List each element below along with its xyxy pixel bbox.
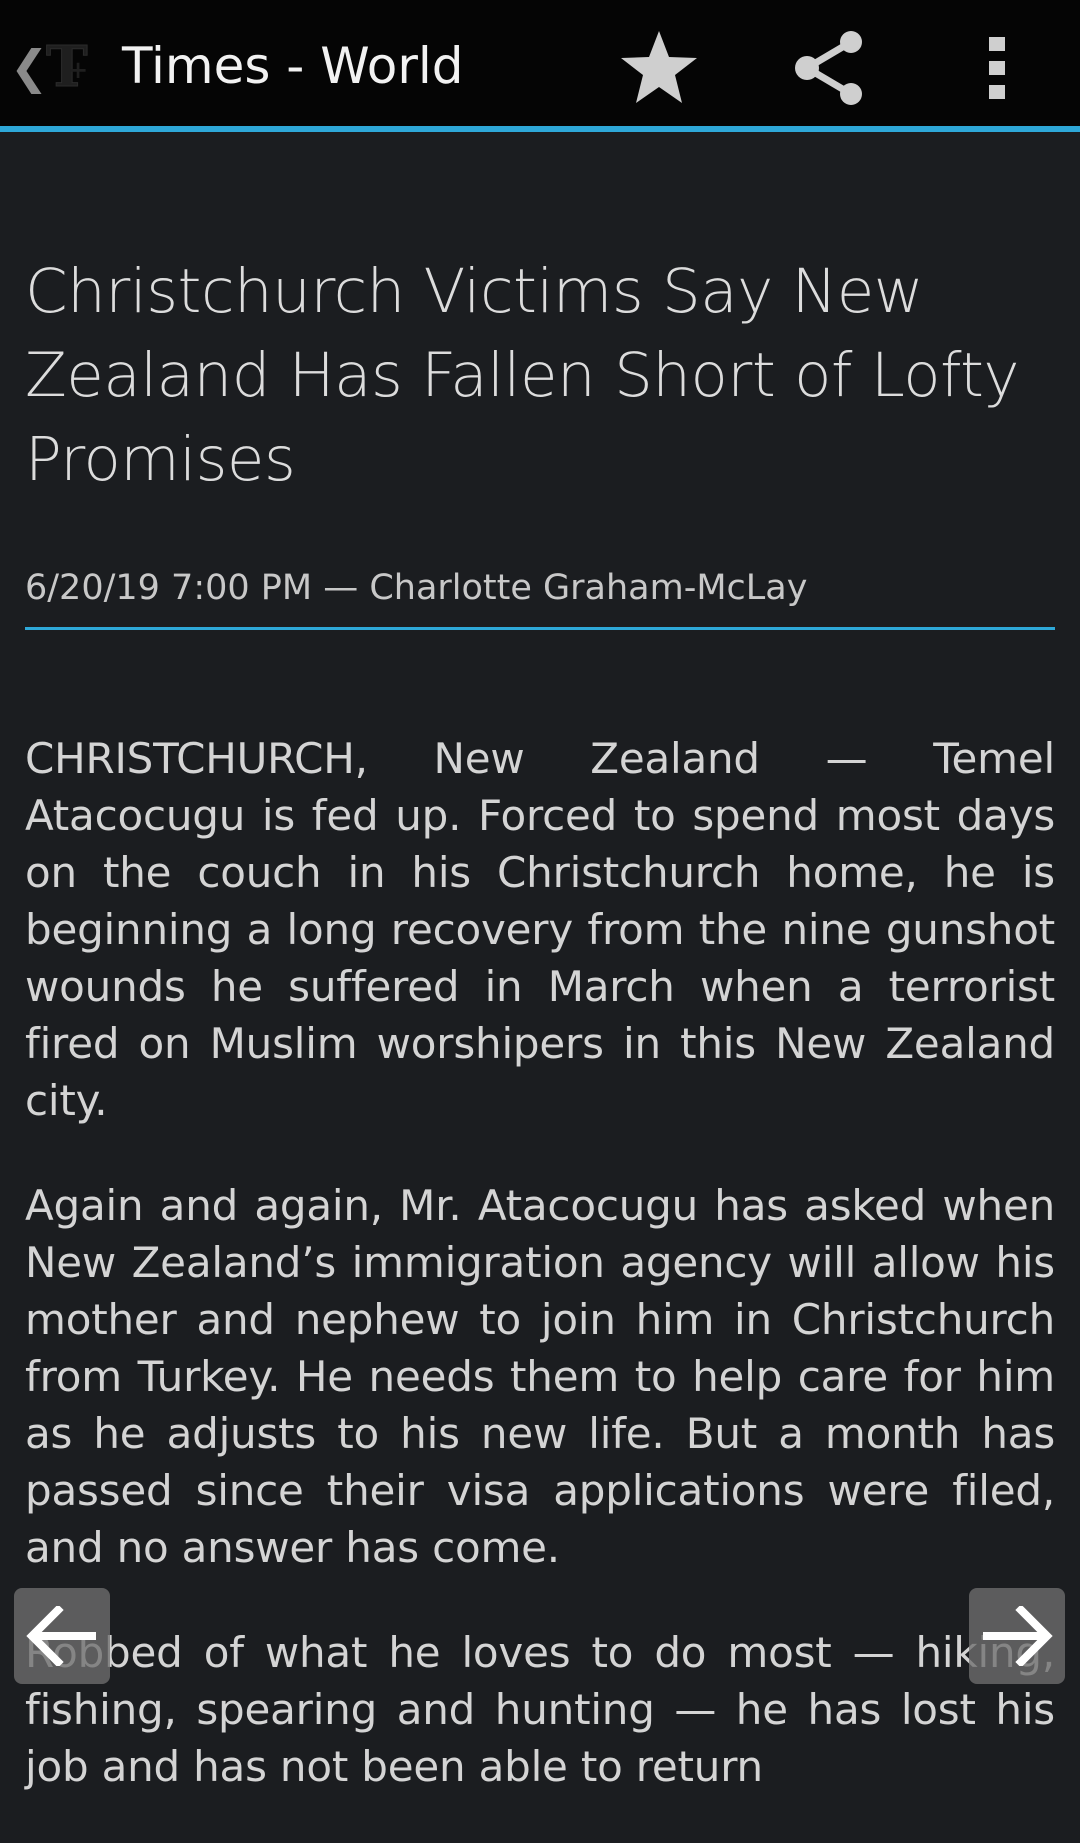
share-button[interactable]	[784, 26, 874, 110]
svg-text:+: +	[68, 55, 88, 84]
article-paragraph: CHRISTCHURCH, New Zealand — Temel Atacoc…	[25, 734, 1055, 1125]
share-icon	[795, 31, 862, 105]
star-icon	[621, 31, 697, 103]
article-body: CHRISTCHURCH, New Zealand — Temel Atacoc…	[25, 730, 1055, 1795]
article-content: Christchurch Victims Say New Zealand Has…	[25, 132, 1055, 1843]
previous-article-button[interactable]	[14, 1588, 110, 1684]
times-t-logo-icon[interactable]: T +	[42, 34, 100, 96]
app-title: Times - World	[122, 37, 464, 95]
arrow-left-icon	[26, 1606, 96, 1666]
article-paragraph: Robbed of what he loves to do most — hik…	[25, 1628, 1055, 1791]
next-article-button[interactable]	[969, 1588, 1065, 1684]
article-headline: Christchurch Victims Say New Zealand Has…	[25, 256, 1020, 495]
overflow-menu-button[interactable]	[952, 26, 1042, 110]
overflow-menu-icon	[989, 37, 1005, 99]
article-paragraph: Again and again, Mr. Atacocugu has asked…	[25, 1181, 1055, 1572]
action-bar: ❮ T + Times - World	[0, 0, 1080, 132]
favorite-button[interactable]	[614, 26, 704, 110]
arrow-right-icon	[983, 1606, 1053, 1666]
article-byline: 6/20/19 7:00 PM — Charlotte Graham-McLay	[25, 564, 1055, 630]
